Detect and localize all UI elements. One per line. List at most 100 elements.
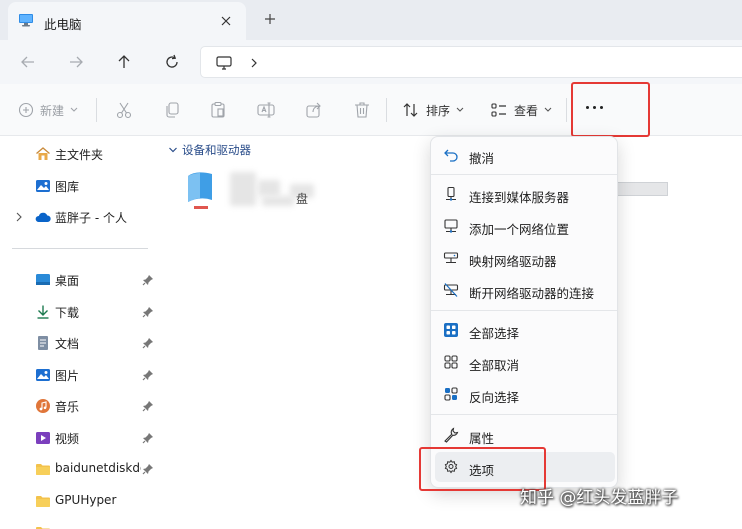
devices-group-header[interactable]: 设备和驱动器 xyxy=(168,142,251,158)
sidebar-item-gpuhyper[interactable]: GPUHyper xyxy=(0,489,160,513)
view-button[interactable]: 查看 xyxy=(490,100,552,120)
highlight-box-more xyxy=(571,82,650,137)
menu-item-label: 断开网络驱动器的连接 xyxy=(469,286,595,301)
gallery-icon xyxy=(35,178,51,194)
sidebar-item-label: 蓝胖子 - 个人 xyxy=(55,211,127,225)
wrench-icon xyxy=(443,427,459,443)
chevron-down-icon xyxy=(456,107,464,113)
menu-item-map-network-drive[interactable]: 映射网络驱动器 xyxy=(435,243,615,273)
network-location-icon xyxy=(443,218,459,234)
sidebar-item-partial[interactable] xyxy=(0,520,160,529)
menu-item-properties[interactable]: 属性 xyxy=(435,420,615,450)
menu-item-label: 连接到媒体服务器 xyxy=(469,190,570,205)
drive-icon[interactable] xyxy=(186,170,214,210)
rename-icon[interactable] xyxy=(256,100,276,120)
map-drive-icon xyxy=(443,250,459,266)
sidebar-item-label: GPUHyper xyxy=(55,493,117,507)
watermark-text: 知乎 @红头发蓝胖子 xyxy=(520,488,679,508)
sidebar-item-label: 图片 xyxy=(55,369,80,383)
sidebar-item-videos[interactable]: 视频 xyxy=(0,426,160,450)
drive-label: 盘 xyxy=(296,192,309,206)
sidebar-item-gallery[interactable]: 图库 xyxy=(0,174,160,198)
pin-icon[interactable] xyxy=(142,463,154,475)
select-none-icon xyxy=(443,354,459,370)
menu-item-invert-selection[interactable]: 反向选择 xyxy=(435,379,615,409)
title-bar: 此电脑 xyxy=(0,0,742,40)
select-all-icon xyxy=(443,322,459,338)
menu-item-add-network-location[interactable]: 添加一个网络位置 xyxy=(435,211,615,241)
menu-separator xyxy=(431,414,617,415)
chevron-down-icon xyxy=(168,146,178,154)
menu-separator xyxy=(431,174,617,175)
picture-icon xyxy=(35,367,51,383)
sidebar-item-label: 文档 xyxy=(55,337,80,351)
sidebar-item-downloads[interactable]: 下载 xyxy=(0,300,160,324)
menu-item-label: 映射网络驱动器 xyxy=(469,254,557,269)
back-arrow-icon[interactable] xyxy=(18,52,38,72)
close-tab-icon[interactable] xyxy=(218,13,234,29)
menu-separator xyxy=(431,310,617,311)
new-button-label: 新建 xyxy=(40,103,65,118)
menu-item-label: 全部取消 xyxy=(469,358,520,373)
menu-item-undo[interactable]: 撤消 xyxy=(435,140,615,170)
sort-button-label: 排序 xyxy=(426,103,451,118)
menu-item-select-none[interactable]: 全部取消 xyxy=(435,347,615,377)
toolbar-divider xyxy=(566,98,567,122)
music-icon xyxy=(35,398,51,414)
sidebar-item-documents[interactable]: 文档 xyxy=(0,331,160,355)
pin-icon[interactable] xyxy=(142,274,154,286)
video-icon xyxy=(35,430,51,446)
share-icon[interactable] xyxy=(304,100,324,120)
delete-icon[interactable] xyxy=(352,100,372,120)
address-field[interactable] xyxy=(200,46,742,78)
sidebar-item-onedrive[interactable]: 蓝胖子 - 个人 xyxy=(0,205,160,229)
new-tab-icon[interactable] xyxy=(262,11,278,27)
refresh-icon[interactable] xyxy=(162,52,182,72)
copy-icon[interactable] xyxy=(162,100,182,120)
sidebar-item-baidunetdisk[interactable]: baidunetdiskdownload xyxy=(0,457,160,481)
chevron-right-icon[interactable] xyxy=(249,57,259,69)
menu-item-label: 属性 xyxy=(469,431,495,446)
cut-icon[interactable] xyxy=(114,100,134,120)
sidebar-item-label: baidunetdiskdownload xyxy=(55,461,141,475)
tab-this-pc[interactable]: 此电脑 xyxy=(8,2,246,40)
up-arrow-icon[interactable] xyxy=(114,52,134,72)
cloud-icon xyxy=(35,209,51,225)
pin-icon[interactable] xyxy=(142,369,154,381)
computer-icon xyxy=(18,13,34,27)
sidebar-item-desktop[interactable]: 桌面 xyxy=(0,268,160,292)
folder-icon xyxy=(35,524,51,529)
menu-item-disconnect-network-drive[interactable]: 断开网络驱动器的连接 xyxy=(435,275,615,305)
sidebar-item-label: 视频 xyxy=(55,432,80,446)
sidebar-item-label: 音乐 xyxy=(55,400,80,414)
view-button-label: 查看 xyxy=(514,103,539,118)
sidebar-item-pictures[interactable]: 图片 xyxy=(0,363,160,387)
chevron-right-icon[interactable] xyxy=(14,212,24,222)
desktop-icon xyxy=(35,272,51,288)
sidebar-item-home[interactable]: 主文件夹 xyxy=(0,142,160,166)
new-button[interactable]: 新建 xyxy=(18,100,78,120)
paste-icon[interactable] xyxy=(208,100,228,120)
navigation-pane: 主文件夹 图库 蓝胖子 - 个人 桌面 下载 文档 图片 音乐 视频 baidu… xyxy=(0,136,160,529)
drive-usage-bar xyxy=(616,182,668,196)
pin-icon[interactable] xyxy=(142,337,154,349)
pin-icon[interactable] xyxy=(142,306,154,318)
menu-item-connect-media-server[interactable]: 连接到媒体服务器 xyxy=(435,179,615,209)
redacted-area xyxy=(230,172,256,206)
forward-arrow-icon[interactable] xyxy=(66,52,86,72)
sidebar-divider xyxy=(12,248,148,249)
document-icon xyxy=(35,335,51,351)
tab-title: 此电脑 xyxy=(44,17,82,32)
sidebar-item-music[interactable]: 音乐 xyxy=(0,394,160,418)
pin-icon[interactable] xyxy=(142,432,154,444)
address-bar-row xyxy=(0,40,742,84)
view-list-icon xyxy=(490,102,508,118)
pin-icon[interactable] xyxy=(142,400,154,412)
redacted-area xyxy=(258,180,280,196)
menu-item-select-all[interactable]: 全部选择 xyxy=(435,315,615,345)
more-options-menu: 撤消 连接到媒体服务器 添加一个网络位置 映射网络驱动器 断开网络驱动器的连接 … xyxy=(430,136,618,488)
sort-button[interactable]: 排序 xyxy=(402,100,464,120)
disconnect-drive-icon xyxy=(443,282,459,298)
download-icon xyxy=(35,304,51,320)
media-server-icon xyxy=(443,186,459,202)
